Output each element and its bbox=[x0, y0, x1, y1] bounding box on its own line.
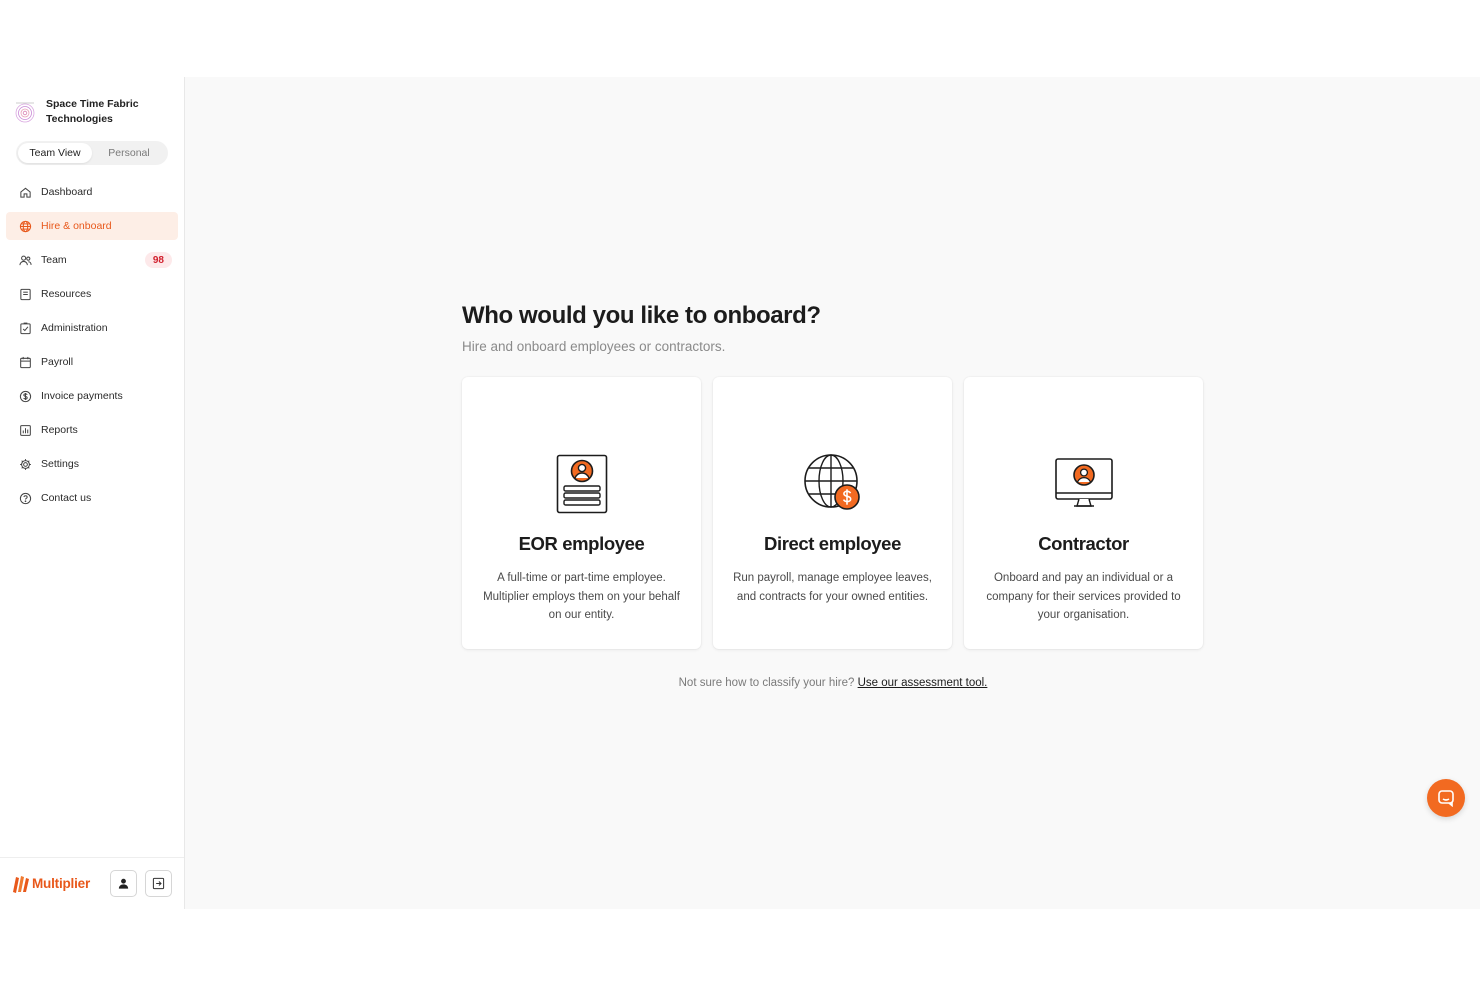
sidebar-item-payroll[interactable]: Payroll bbox=[6, 348, 178, 376]
sidebar-nav: Dashboard Hire & onboard Team 98 Resourc… bbox=[6, 178, 178, 518]
onboard-panel: Who would you like to onboard? Hire and … bbox=[462, 302, 1204, 689]
sidebar-item-label: Payroll bbox=[41, 356, 74, 368]
gear-icon bbox=[18, 457, 32, 471]
direct-employee-card[interactable]: Direct employee Run payroll, manage empl… bbox=[713, 377, 952, 649]
user-icon bbox=[118, 878, 129, 889]
personal-view-toggle[interactable]: Personal bbox=[92, 143, 166, 163]
logout-button[interactable] bbox=[145, 870, 172, 897]
page-subtitle: Hire and onboard employees or contractor… bbox=[462, 339, 726, 354]
sidebar: Space Time Fabric Technologies Team View… bbox=[0, 77, 185, 909]
team-view-toggle[interactable]: Team View bbox=[18, 143, 92, 163]
company-header[interactable]: Space Time Fabric Technologies bbox=[14, 97, 156, 127]
sidebar-item-label: Settings bbox=[41, 458, 79, 470]
sidebar-item-invoice-payments[interactable]: Invoice payments bbox=[6, 382, 178, 410]
card-description: Onboard and pay an individual or a compa… bbox=[986, 572, 1181, 621]
sidebar-item-resources[interactable]: Resources bbox=[6, 280, 178, 308]
id-document-icon bbox=[556, 454, 607, 514]
eor-employee-card[interactable]: EOR employee A full-time or part-time em… bbox=[462, 377, 701, 649]
sidebar-item-label: Invoice payments bbox=[41, 390, 123, 402]
card-title: EOR employee bbox=[518, 533, 645, 554]
classification-hint: Not sure how to classify your hire? Use … bbox=[462, 677, 1204, 689]
book-icon bbox=[18, 287, 32, 301]
help-circle-icon bbox=[18, 491, 32, 505]
chat-icon bbox=[1438, 790, 1454, 807]
sidebar-item-label: Reports bbox=[41, 424, 78, 436]
sidebar-footer: Multiplier bbox=[0, 857, 184, 909]
clipboard-check-icon bbox=[18, 321, 32, 335]
brand-name: Multiplier bbox=[32, 876, 90, 891]
company-name: Space Time Fabric Technologies bbox=[46, 98, 139, 125]
contractor-card[interactable]: Contractor Onboard and pay an individual… bbox=[964, 377, 1203, 649]
classification-hint-text: Not sure how to classify your hire? bbox=[678, 677, 855, 689]
sidebar-item-settings[interactable]: Settings bbox=[6, 450, 178, 478]
card-description: A full-time or part-time employee. Multi… bbox=[483, 572, 680, 621]
globe-dollar-icon bbox=[803, 454, 860, 510]
page-title: Who would you like to onboard? bbox=[462, 302, 821, 329]
home-icon bbox=[18, 185, 32, 199]
card-title: Direct employee bbox=[764, 533, 901, 554]
users-icon bbox=[18, 253, 32, 267]
sidebar-item-label: Contact us bbox=[41, 492, 92, 504]
sidebar-item-label: Resources bbox=[41, 288, 92, 300]
dollar-circle-icon bbox=[18, 389, 32, 403]
card-title: Contractor bbox=[1038, 533, 1129, 554]
main-content: Who would you like to onboard? Hire and … bbox=[185, 77, 1480, 909]
sidebar-item-reports[interactable]: Reports bbox=[6, 416, 178, 444]
sidebar-item-contact-us[interactable]: Contact us bbox=[6, 484, 178, 512]
sidebar-item-hire-onboard[interactable]: Hire & onboard bbox=[6, 212, 178, 240]
profile-button[interactable] bbox=[110, 870, 137, 897]
sidebar-item-administration[interactable]: Administration bbox=[6, 314, 178, 342]
sidebar-item-label: Administration bbox=[41, 322, 108, 334]
multiplier-logo[interactable]: Multiplier bbox=[12, 874, 90, 894]
assessment-tool-link[interactable]: Use our assessment tool. bbox=[858, 677, 988, 689]
multiplier-logo-icon bbox=[13, 875, 29, 893]
company-logo-icon bbox=[15, 102, 35, 123]
sidebar-item-dashboard[interactable]: Dashboard bbox=[6, 178, 178, 206]
chat-support-button[interactable] bbox=[1427, 779, 1465, 817]
sidebar-item-label: Hire & onboard bbox=[41, 220, 112, 232]
team-count-badge: 98 bbox=[144, 252, 172, 268]
sidebar-item-label: Dashboard bbox=[41, 186, 93, 198]
calendar-icon bbox=[18, 355, 32, 369]
card-description: Run payroll, manage employee leaves, and… bbox=[733, 572, 932, 603]
hire-type-cards: EOR employee A full-time or part-time em… bbox=[462, 377, 1204, 649]
sidebar-item-label: Team bbox=[41, 254, 67, 266]
logout-icon bbox=[152, 877, 165, 890]
monitor-user-icon bbox=[1054, 458, 1113, 507]
bar-chart-icon bbox=[18, 423, 32, 437]
globe-icon bbox=[18, 219, 32, 233]
view-toggle: Team View Personal bbox=[16, 141, 168, 165]
sidebar-item-team[interactable]: Team 98 bbox=[6, 246, 178, 274]
app-shell: Space Time Fabric Technologies Team View… bbox=[0, 77, 1480, 909]
